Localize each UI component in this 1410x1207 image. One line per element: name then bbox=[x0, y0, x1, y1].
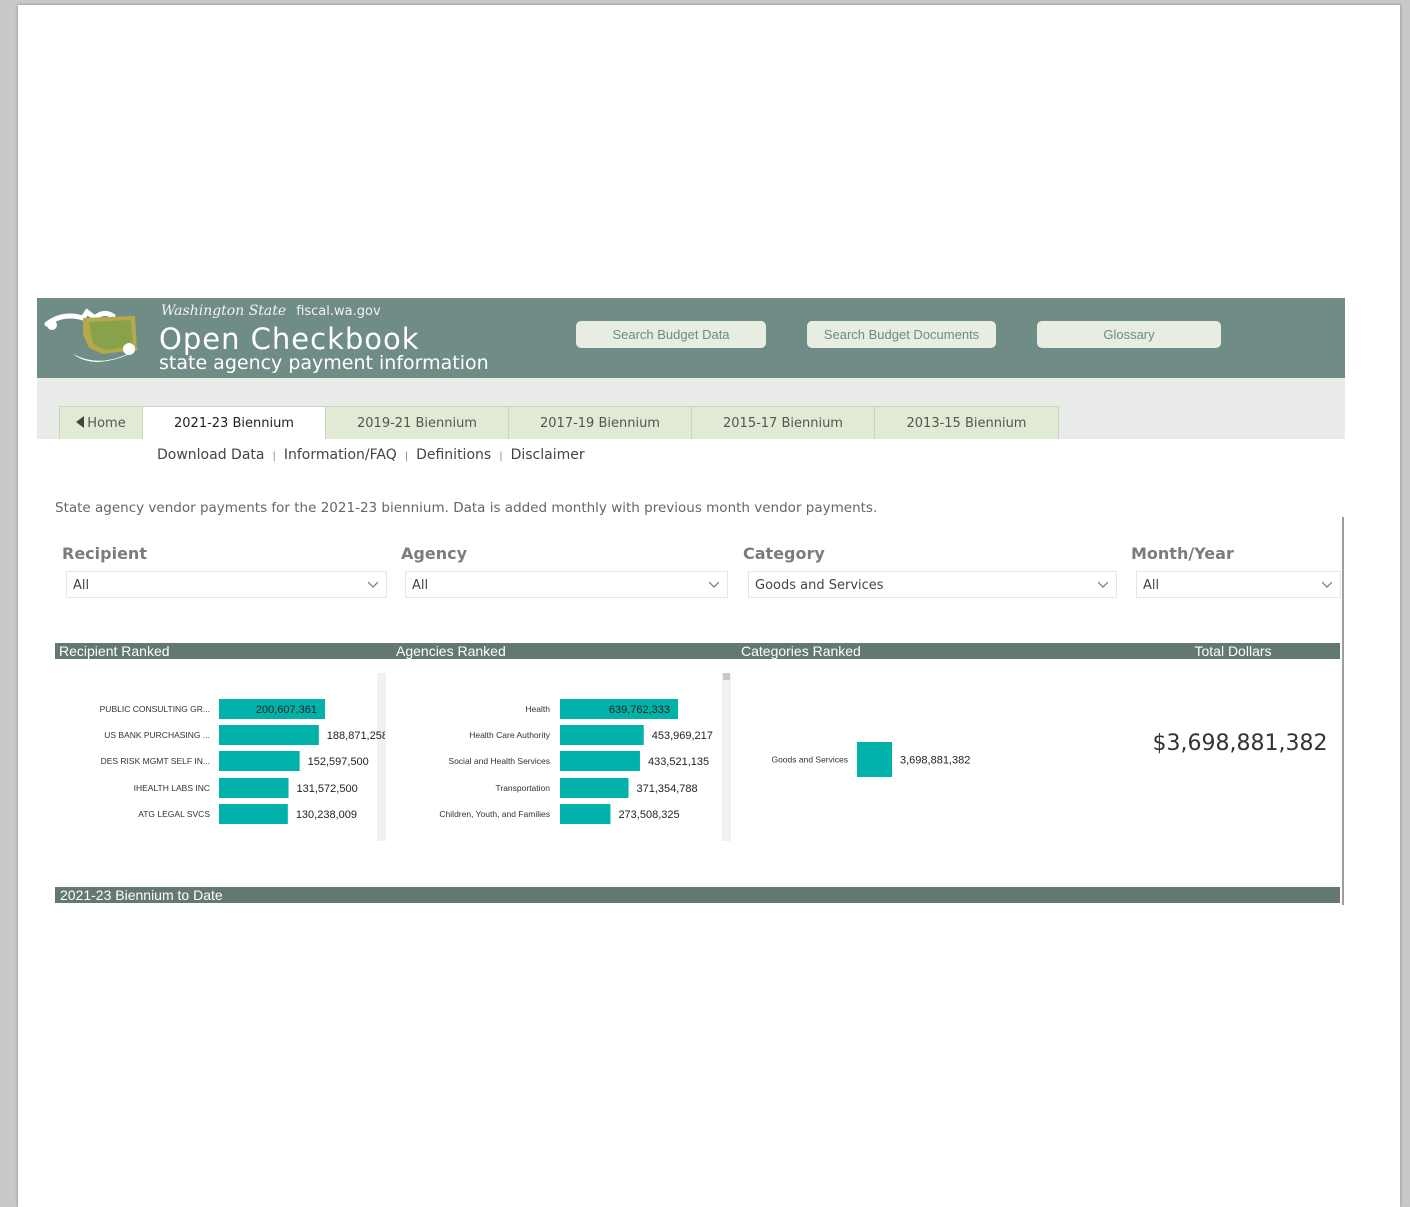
chart-bar[interactable] bbox=[560, 804, 611, 824]
chart-category-label: Transportation bbox=[496, 783, 551, 793]
tab-2015-17[interactable]: 2015-17 Biennium bbox=[691, 406, 875, 439]
separator: | bbox=[272, 451, 276, 462]
scrollbar-thumb[interactable] bbox=[723, 673, 730, 680]
category-filter-label: Category bbox=[743, 544, 825, 563]
separator: | bbox=[404, 451, 409, 462]
chart-data-label: 3,698,881,382 bbox=[900, 755, 970, 767]
chart-data-label: 152,597,500 bbox=[308, 756, 369, 768]
chevron-down-icon bbox=[368, 581, 378, 588]
chart-data-label: 639,762,333 bbox=[609, 704, 670, 716]
chart-bar[interactable] bbox=[857, 742, 892, 777]
agencies-ranked-header: Agencies Ranked bbox=[392, 643, 738, 659]
tab-home-label: Home bbox=[87, 416, 126, 431]
site-domain: fiscal.wa.gov bbox=[296, 304, 381, 319]
chart-bar[interactable] bbox=[219, 725, 319, 745]
back-arrow-icon bbox=[76, 416, 85, 428]
site-subtitle: state agency payment information bbox=[159, 352, 489, 374]
chart-bar[interactable] bbox=[560, 778, 629, 798]
chart-category-label: Health Care Authority bbox=[469, 730, 551, 740]
chart-bar[interactable] bbox=[560, 725, 644, 745]
chart-category-label: Goods and Services bbox=[771, 755, 848, 765]
sub-navigation: Download Data | Information/FAQ | Definition… bbox=[157, 447, 585, 463]
agencies-ranked-chart: Health 639,762,333 Health Care Authority 45… bbox=[439, 699, 713, 824]
page-scrollbar[interactable] bbox=[1342, 517, 1344, 905]
agency-dropdown-value: All bbox=[412, 578, 429, 593]
chart-bar[interactable] bbox=[219, 778, 289, 798]
recipient-filter-label: Recipient bbox=[62, 544, 147, 563]
categories-ranked-header: Categories Ranked bbox=[737, 643, 1127, 659]
category-dropdown-value: Goods and Services bbox=[755, 578, 884, 593]
search-budget-documents-button[interactable]: Search Budget Documents bbox=[807, 321, 996, 348]
month-year-dropdown-value: All bbox=[1143, 578, 1160, 593]
agency-dropdown[interactable]: All bbox=[405, 571, 728, 598]
chart-data-label: 453,969,217 bbox=[652, 730, 713, 742]
total-dollars-value: $3,698,881,382 bbox=[1152, 731, 1328, 756]
definitions-link[interactable]: Definitions bbox=[416, 447, 491, 463]
chart-category-label: ATG LEGAL SVCS bbox=[138, 809, 210, 819]
tab-2013-15[interactable]: 2013-15 Biennium bbox=[874, 406, 1059, 439]
chart-data-label: 130,238,009 bbox=[296, 809, 357, 821]
site-banner: Washington State fiscal.wa.gov Open Check… bbox=[37, 298, 1345, 378]
tab-2019-21[interactable]: 2019-21 Biennium bbox=[325, 406, 509, 439]
tab-home[interactable]: Home bbox=[59, 406, 143, 439]
agency-filter-label: Agency bbox=[401, 544, 467, 563]
separator: | bbox=[499, 451, 503, 462]
recipient-dropdown[interactable]: All bbox=[66, 571, 387, 598]
brand-state: Washington State fiscal.wa.gov bbox=[161, 303, 381, 319]
page bbox=[18, 5, 1400, 1207]
chevron-down-icon bbox=[709, 581, 719, 588]
information-faq-link[interactable]: Information/FAQ bbox=[284, 447, 397, 463]
biennium-to-date-header: 2021-23 Biennium to Date bbox=[55, 887, 1340, 903]
chart-data-label: 273,508,325 bbox=[618, 809, 679, 821]
chart-data-label: 433,521,135 bbox=[648, 756, 709, 768]
disclaimer-link[interactable]: Disclaimer bbox=[511, 447, 585, 463]
chart-data-label: 200,607,361 bbox=[256, 704, 317, 716]
glossary-button[interactable]: Glossary bbox=[1037, 321, 1221, 348]
chart-bar[interactable] bbox=[219, 804, 288, 824]
recipient-ranked-chart: PUBLIC CONSULTING GR... 200,607,361 US BAN… bbox=[100, 699, 385, 824]
chart-data-label: 131,572,500 bbox=[297, 783, 358, 795]
chart-category-label: PUBLIC CONSULTING GR... bbox=[100, 704, 210, 714]
total-dollars-header: Total Dollars bbox=[1126, 643, 1340, 659]
chevron-down-icon bbox=[1322, 581, 1332, 588]
chart-data-label: 371,354,788 bbox=[636, 783, 697, 795]
recipient-dropdown-value: All bbox=[73, 578, 90, 593]
state-script-label: Washington State bbox=[161, 303, 287, 319]
chart-bar[interactable] bbox=[560, 751, 640, 771]
month-year-filter-label: Month/Year bbox=[1131, 544, 1234, 563]
washington-state-logo-icon bbox=[44, 308, 139, 362]
chart-category-label: Health bbox=[525, 704, 550, 714]
download-data-link[interactable]: Download Data bbox=[157, 447, 264, 463]
category-dropdown[interactable]: Goods and Services bbox=[748, 571, 1117, 598]
biennium-tab-bar: Home 2021-23 Biennium 2019-21 Biennium 2… bbox=[37, 378, 1345, 439]
recipient-ranked-header: Recipient Ranked bbox=[55, 643, 396, 659]
month-year-dropdown[interactable]: All bbox=[1136, 571, 1341, 598]
search-budget-data-button[interactable]: Search Budget Data bbox=[576, 321, 766, 348]
chart-category-label: Social and Health Services bbox=[448, 756, 550, 766]
chart-category-label: DES RISK MGMT SELF IN... bbox=[101, 756, 210, 766]
categories-ranked-chart: Goods and Services 3,698,881,382 bbox=[771, 742, 970, 777]
chevron-down-icon bbox=[1098, 581, 1108, 588]
chart-bar[interactable] bbox=[219, 751, 300, 771]
site-title: Open Checkbook bbox=[159, 322, 420, 356]
chart-category-label: US BANK PURCHASING ... bbox=[104, 730, 210, 740]
chart-category-label: IHEALTH LABS INC bbox=[134, 783, 210, 793]
intro-text: State agency vendor payments for the 202… bbox=[55, 500, 878, 516]
chart-category-label: Children, Youth, and Families bbox=[439, 809, 550, 819]
chart-data-label: 188,871,258 bbox=[327, 730, 385, 742]
tab-2021-23[interactable]: 2021-23 Biennium bbox=[142, 406, 326, 439]
tab-2017-19[interactable]: 2017-19 Biennium bbox=[508, 406, 692, 439]
